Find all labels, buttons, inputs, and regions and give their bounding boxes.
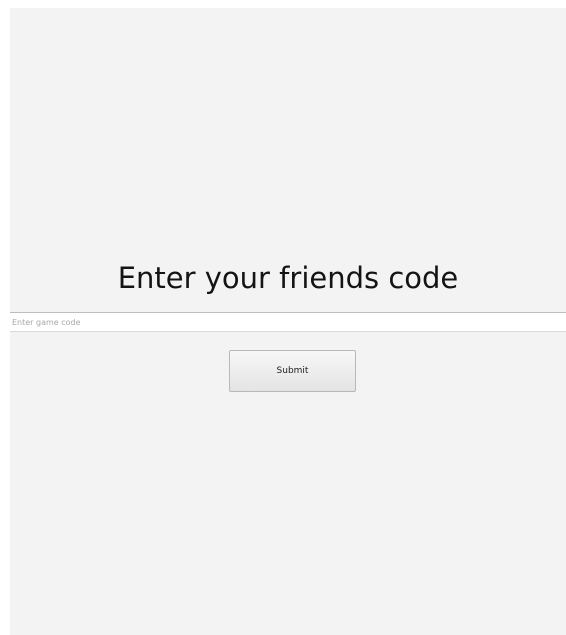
app-window: Enter your friends code Submit — [10, 8, 566, 635]
page-title: Enter your friends code — [117, 261, 459, 295]
submit-button[interactable]: Submit — [229, 350, 356, 392]
game-code-input[interactable] — [10, 312, 566, 332]
